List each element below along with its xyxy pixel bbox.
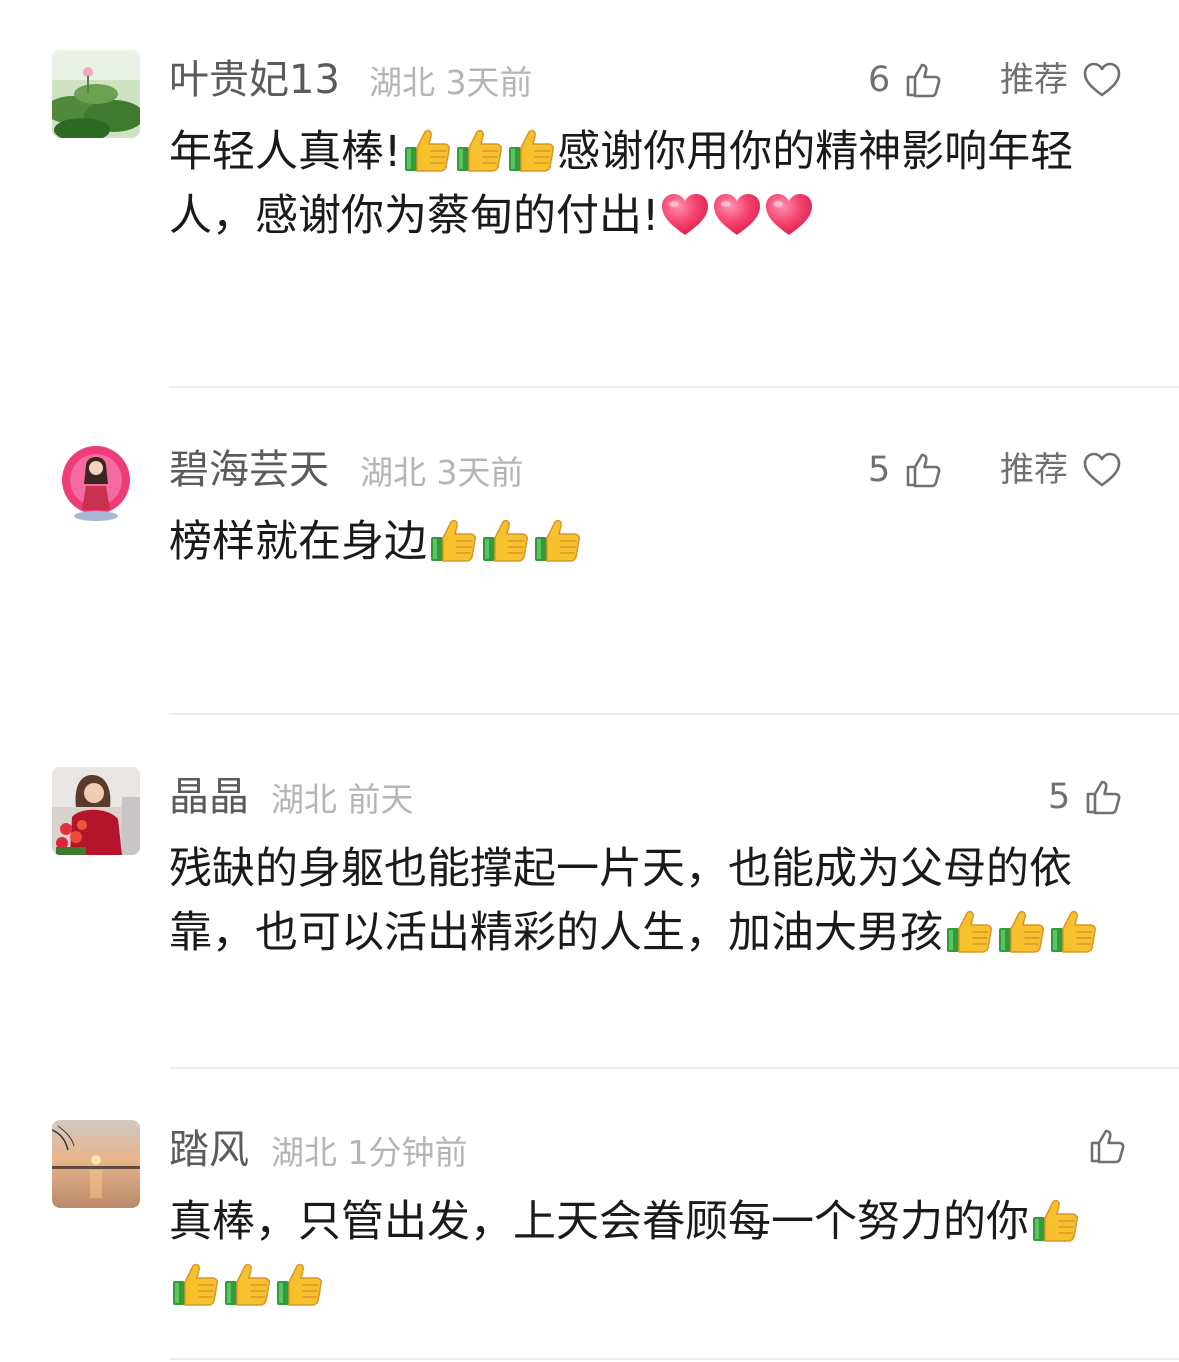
thumbs-up-emoji-icon (532, 517, 582, 563)
recommend-label: 推荐 (1000, 60, 1068, 100)
thumbs-up-emoji-icon (274, 1261, 324, 1307)
recommend-label: 推荐 (1000, 450, 1068, 490)
thumbs-up-emoji-icon (996, 908, 1046, 954)
location: 湖北 (360, 453, 426, 492)
comment-meta: 湖北 前天 (271, 780, 414, 820)
heart-icon[interactable] (1082, 450, 1122, 490)
location: 湖北 (271, 780, 337, 819)
comment-meta: 湖北 3天前 (360, 453, 524, 493)
thumbs-up-emoji-icon (506, 127, 556, 173)
like-button[interactable]: 5 (1048, 773, 1124, 821)
comment-text-part: 残缺的身躯也能撑起一片天，也能成为父母的依靠，也可以活出精彩的人生，加油大男孩 (169, 844, 1072, 958)
thumbs-up-emoji-icon (1030, 1197, 1080, 1243)
avatar[interactable] (52, 440, 140, 528)
divider (169, 386, 1179, 388)
comment-text: 年轻人真棒! 感谢你用你的精神影响年轻人，感谢你为蔡甸的付出! (169, 120, 1129, 248)
comment-text: 榜样就在身边 (169, 510, 1129, 574)
recommend-button[interactable]: 推荐 (1000, 56, 1122, 104)
comment-text-part: 年轻人真棒! (169, 127, 402, 177)
thumbs-up-icon[interactable] (904, 450, 944, 490)
like-count: 6 (868, 60, 891, 100)
timestamp: 3天前 (436, 453, 524, 492)
thumbs-up-emoji-icon (222, 1261, 272, 1307)
red-heart-emoji-icon (712, 191, 762, 237)
thumbs-up-icon[interactable] (1084, 777, 1124, 817)
username[interactable]: 晶晶 (169, 773, 249, 821)
location: 湖北 (271, 1133, 337, 1172)
timestamp: 1分钟前 (347, 1133, 468, 1172)
username[interactable]: 踏风 (169, 1126, 249, 1174)
thumbs-up-emoji-icon (480, 517, 530, 563)
heart-icon[interactable] (1082, 60, 1122, 100)
avatar[interactable] (52, 50, 140, 138)
thumbs-up-emoji-icon (170, 1261, 220, 1307)
divider (169, 1067, 1179, 1069)
username[interactable]: 碧海芸天 (169, 446, 329, 494)
like-button[interactable]: 6 (868, 56, 944, 104)
avatar[interactable] (52, 767, 140, 855)
comment-text: 真棒，只管出发，上天会眷顾每一个努力的你 (169, 1190, 1129, 1318)
like-count: 5 (868, 450, 891, 490)
avatar[interactable] (52, 1120, 140, 1208)
username[interactable]: 叶贵妃13 (169, 56, 340, 104)
recommend-button[interactable]: 推荐 (1000, 446, 1122, 494)
thumbs-up-icon[interactable] (904, 60, 944, 100)
thumbs-up-emoji-icon (454, 127, 504, 173)
location: 湖北 (369, 63, 435, 102)
thumbs-up-emoji-icon (1048, 908, 1098, 954)
comment-text: 残缺的身躯也能撑起一片天，也能成为父母的依靠，也可以活出精彩的人生，加油大男孩 (169, 837, 1129, 965)
like-count: 5 (1048, 777, 1071, 817)
red-heart-emoji-icon (764, 191, 814, 237)
comment-meta: 湖北 3天前 (369, 63, 533, 103)
thumbs-up-emoji-icon (402, 127, 452, 173)
thumbs-up-emoji-icon (944, 908, 994, 954)
like-button[interactable] (1088, 1126, 1128, 1166)
divider (169, 1358, 1179, 1360)
comment-meta: 湖北 1分钟前 (271, 1133, 468, 1173)
comment-text-part: 真棒，只管出发，上天会眷顾每一个努力的你 (169, 1197, 1029, 1247)
comment-text-part: 榜样就在身边 (169, 517, 427, 567)
like-button[interactable]: 5 (868, 446, 944, 494)
thumbs-up-emoji-icon (428, 517, 478, 563)
timestamp: 3天前 (445, 63, 533, 102)
timestamp: 前天 (347, 780, 414, 819)
divider (169, 713, 1179, 715)
red-heart-emoji-icon (660, 191, 710, 237)
thumbs-up-icon[interactable] (1088, 1126, 1128, 1166)
